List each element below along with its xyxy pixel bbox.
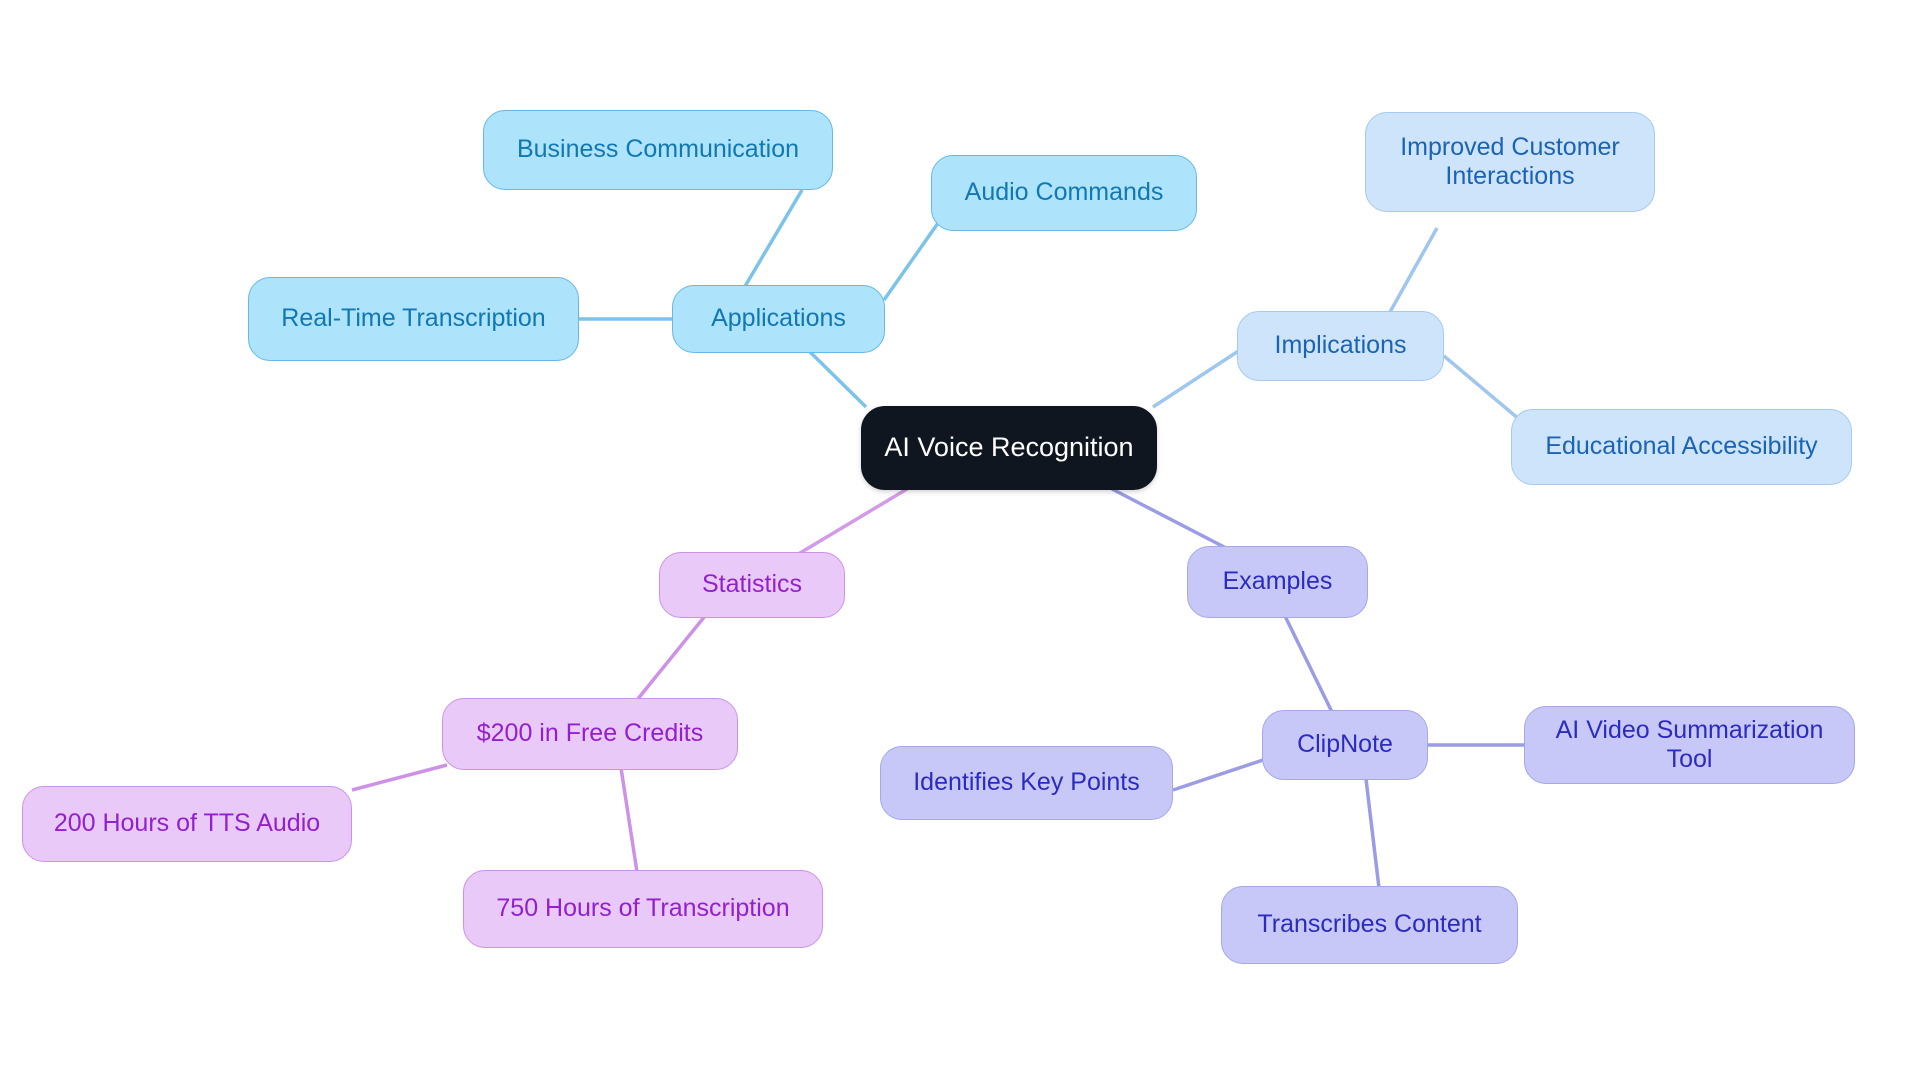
edge-applications-business-communication: [742, 189, 804, 289]
node-tts-audio-hours-label: 200 Hours of TTS Audio: [53, 809, 321, 838]
node-implications[interactable]: Implications: [1237, 311, 1444, 381]
node-root-label: AI Voice Recognition: [884, 432, 1134, 463]
node-real-time-transcription[interactable]: Real-Time Transcription: [248, 277, 579, 361]
node-implications-label: Implications: [1274, 331, 1407, 360]
node-examples-label: Examples: [1222, 567, 1333, 596]
node-ai-video-summarization-tool-label: AI Video Summarization Tool: [1555, 715, 1824, 774]
node-examples[interactable]: Examples: [1187, 546, 1368, 618]
node-identifies-key-points[interactable]: Identifies Key Points: [880, 746, 1173, 820]
edge-examples-clipnote: [1281, 611, 1334, 713]
node-educational-accessibility-label: Educational Accessibility: [1545, 432, 1818, 461]
node-statistics[interactable]: Statistics: [659, 552, 845, 618]
node-audio-commands[interactable]: Audio Commands: [931, 155, 1197, 231]
edge-root-statistics: [794, 487, 908, 558]
node-transcribes-content[interactable]: Transcribes Content: [1221, 886, 1518, 964]
edge-root-implications: [1152, 348, 1241, 409]
node-applications-label: Applications: [711, 304, 846, 333]
edge-implications-educational-accessibility: [1442, 354, 1522, 422]
edge-root-examples: [1111, 487, 1229, 551]
node-applications[interactable]: Applications: [672, 285, 885, 353]
edge-root-applications: [801, 343, 868, 409]
node-improved-customer-interactions[interactable]: Improved Customer Interactions: [1365, 112, 1655, 212]
node-identifies-key-points-label: Identifies Key Points: [913, 768, 1140, 797]
edge-applications-audio-commands: [882, 214, 945, 302]
edge-clipnote-identifies-key-points: [1172, 758, 1264, 792]
node-real-time-transcription-label: Real-Time Transcription: [281, 304, 546, 333]
edge-implications-improved-customer-interactions: [1388, 227, 1439, 313]
node-free-credits-label: $200 in Free Credits: [476, 719, 704, 748]
edge-clipnote-transcribes-content: [1364, 778, 1381, 889]
node-business-communication[interactable]: Business Communication: [483, 110, 833, 190]
node-transcribes-content-label: Transcribes Content: [1257, 910, 1482, 939]
node-educational-accessibility[interactable]: Educational Accessibility: [1511, 409, 1852, 485]
mindmap-canvas: AI Voice Recognition Applications Busine…: [0, 0, 1920, 1083]
node-clipnote-label: ClipNote: [1297, 730, 1393, 759]
node-ai-video-summarization-tool[interactable]: AI Video Summarization Tool: [1524, 706, 1855, 784]
node-transcription-hours[interactable]: 750 Hours of Transcription: [463, 870, 823, 948]
edge-free-credits-transcription-hours: [619, 767, 639, 873]
node-business-communication-label: Business Communication: [516, 135, 800, 164]
edge-statistics-free-credits: [635, 614, 707, 702]
node-tts-audio-hours[interactable]: 200 Hours of TTS Audio: [22, 786, 352, 862]
edge-free-credits-tts-audio-hours: [351, 763, 448, 792]
node-free-credits[interactable]: $200 in Free Credits: [442, 698, 738, 770]
node-clipnote[interactable]: ClipNote: [1262, 710, 1428, 780]
node-transcription-hours-label: 750 Hours of Transcription: [496, 894, 790, 923]
node-audio-commands-label: Audio Commands: [964, 178, 1164, 207]
node-statistics-label: Statistics: [701, 570, 803, 599]
node-improved-customer-interactions-label: Improved Customer Interactions: [1400, 132, 1620, 191]
node-root[interactable]: AI Voice Recognition: [861, 406, 1157, 490]
